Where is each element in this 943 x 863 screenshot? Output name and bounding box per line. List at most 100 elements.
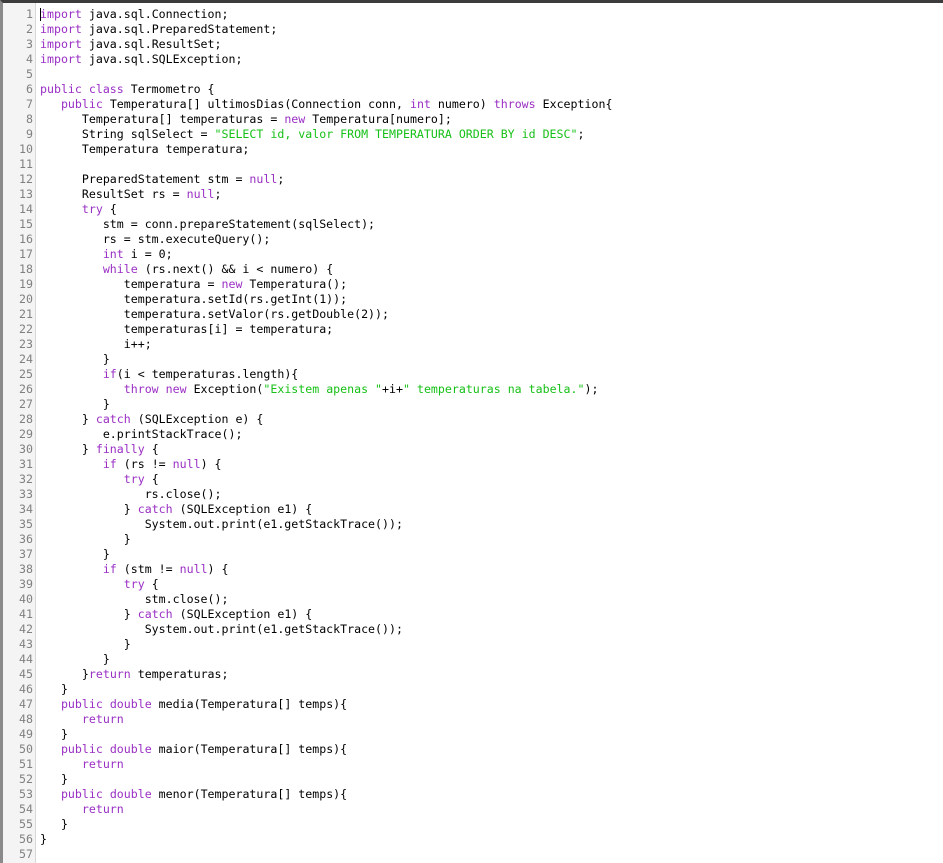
code-token: Termometro {: [123, 82, 215, 96]
code-line[interactable]: 45 }return temperaturas;: [3, 667, 943, 682]
code-token: temperaturas;: [130, 667, 229, 681]
code-token: }: [40, 412, 96, 426]
code-line[interactable]: 18 while (rs.next() && i < numero) {: [3, 262, 943, 277]
code-token: PreparedStatement stm =: [40, 172, 250, 186]
line-text: }: [40, 652, 110, 667]
code-token: (i < temperaturas.length){: [116, 367, 299, 381]
code-line[interactable]: 38 if (stm != null) {: [3, 562, 943, 577]
code-line[interactable]: 37 }: [3, 547, 943, 562]
code-line[interactable]: 39 try {: [3, 577, 943, 592]
code-line[interactable]: 27 }: [3, 397, 943, 412]
code-line[interactable]: 56}: [3, 832, 943, 847]
code-line[interactable]: 6 public class Termometro {: [3, 82, 943, 97]
line-number: 1: [26, 7, 33, 21]
code-token: (rs.next() && i < numero) {: [137, 262, 334, 276]
code-line[interactable]: 35 System.out.print(e1.getStackTrace());: [3, 517, 943, 532]
code-line[interactable]: 34 } catch (SQLException e1) {: [3, 502, 943, 517]
code-line[interactable]: 20 temperatura.setId(rs.getInt(1));: [3, 292, 943, 307]
code-line[interactable]: 5: [3, 67, 943, 82]
line-number: 13: [19, 187, 33, 201]
line-text: temperatura = new Temperatura();: [40, 277, 347, 292]
code-line[interactable]: 31 if (rs != null) {: [3, 457, 943, 472]
code-line[interactable]: 4 import java.sql.SQLException;: [3, 52, 943, 67]
line-number: 39: [19, 577, 33, 591]
code-line[interactable]: 23 i++;: [3, 337, 943, 352]
code-line[interactable]: 8 Temperatura[] temperaturas = new Tempe…: [3, 112, 943, 127]
code-token: media(Temperatura[] temps){: [151, 697, 348, 711]
code-line[interactable]: 14 try {: [3, 202, 943, 217]
code-line[interactable]: 54 return: [3, 802, 943, 817]
code-line[interactable]: 19 temperatura = new Temperatura();: [3, 277, 943, 292]
line-number: 29: [19, 427, 33, 441]
code-line[interactable]: 53 public double menor(Temperatura[] tem…: [3, 787, 943, 802]
code-line[interactable]: 17 int i = 0;: [3, 247, 943, 262]
line-text: }: [40, 817, 68, 832]
code-line[interactable]: 21 temperatura.setValor(rs.getDouble(2))…: [3, 307, 943, 322]
code-token: ResultSet rs =: [40, 187, 187, 201]
line-number: 25: [19, 367, 33, 381]
code-line[interactable]: 15 stm = conn.prepareStatement(sqlSelect…: [3, 217, 943, 232]
code-line[interactable]: 9 String sqlSelect = "SELECT id, valor F…: [3, 127, 943, 142]
code-token: i++;: [40, 337, 152, 351]
code-line[interactable]: 32 try {: [3, 472, 943, 487]
code-line[interactable]: 36 }: [3, 532, 943, 547]
code-line[interactable]: 3 import java.sql.ResultSet;: [3, 37, 943, 52]
code-line[interactable]: 12 PreparedStatement stm = null;: [3, 172, 943, 187]
line-number: 38: [19, 562, 33, 576]
code-line[interactable]: 50 public double maior(Temperatura[] tem…: [3, 742, 943, 757]
code-line[interactable]: 28 } catch (SQLException e) {: [3, 412, 943, 427]
line-text: import java.sql.ResultSet;: [40, 37, 222, 52]
line-number: 50: [19, 742, 33, 756]
code-line[interactable]: 33 rs.close();: [3, 487, 943, 502]
code-editor[interactable]: 1 import java.sql.Connection; 2 import java…: [0, 0, 943, 863]
code-line[interactable]: 29 e.printStackTrace();: [3, 427, 943, 442]
code-line[interactable]: 22 temperaturas[i] = temperatura;: [3, 322, 943, 337]
code-token: numero): [430, 97, 494, 111]
code-line[interactable]: 41 } catch (SQLException e1) {: [3, 607, 943, 622]
code-token: (SQLException e1) {: [172, 502, 313, 516]
line-number: 6: [26, 82, 33, 96]
code-line[interactable]: 2 import java.sql.PreparedStatement;: [3, 22, 943, 37]
line-text: if (rs != null) {: [40, 457, 222, 472]
code-line[interactable]: 11: [3, 157, 943, 172]
code-line[interactable]: 48 return: [3, 712, 943, 727]
line-number: 49: [19, 727, 33, 741]
code-line[interactable]: 26 throw new Exception("Existem apenas "…: [3, 382, 943, 397]
code-line[interactable]: 25 if(i < temperaturas.length){: [3, 367, 943, 382]
code-line[interactable]: 52 }: [3, 772, 943, 787]
code-line[interactable]: 49 }: [3, 727, 943, 742]
code-line[interactable]: 40 stm.close();: [3, 592, 943, 607]
keyword-token: try: [123, 577, 145, 591]
code-line[interactable]: 42 System.out.print(e1.getStackTrace());: [3, 622, 943, 637]
code-line[interactable]: 55 }: [3, 817, 943, 832]
code-line[interactable]: 46 }: [3, 682, 943, 697]
code-line[interactable]: 1 import java.sql.Connection;: [3, 7, 943, 22]
code-token: ;: [577, 127, 585, 141]
code-line[interactable]: 30 } finally {: [3, 442, 943, 457]
code-line[interactable]: 7 public Temperatura[] ultimosDias(Conne…: [3, 97, 943, 112]
line-text: }: [40, 547, 110, 562]
keyword-token: public: [60, 97, 103, 111]
line-number: 54: [19, 802, 33, 816]
line-text: }: [40, 727, 68, 742]
code-line[interactable]: 43 }: [3, 637, 943, 652]
code-line[interactable]: 51 return: [3, 757, 943, 772]
code-line[interactable]: 16 rs = stm.executeQuery();: [3, 232, 943, 247]
code-area[interactable]: 1 import java.sql.Connection; 2 import java…: [3, 7, 943, 862]
code-line[interactable]: 24 }: [3, 352, 943, 367]
code-line[interactable]: 10 Temperatura temperatura;: [3, 142, 943, 157]
code-line[interactable]: 44 }: [3, 652, 943, 667]
code-line[interactable]: 47 public double media(Temperatura[] tem…: [3, 697, 943, 712]
code-token: ;: [277, 172, 285, 186]
code-token: (stm !=: [116, 562, 180, 576]
code-token: System.out.print(e1.getStackTrace());: [40, 622, 403, 636]
code-token: temperaturas[i] = temperatura;: [40, 322, 334, 336]
line-text: PreparedStatement stm = null;: [40, 172, 284, 187]
code-line[interactable]: 57: [3, 847, 943, 862]
code-line[interactable]: 13 ResultSet rs = null;: [3, 187, 943, 202]
line-text: rs = stm.executeQuery();: [40, 232, 271, 247]
string-token: "Existem apenas ": [263, 382, 383, 396]
keyword-token: throws: [493, 97, 536, 111]
